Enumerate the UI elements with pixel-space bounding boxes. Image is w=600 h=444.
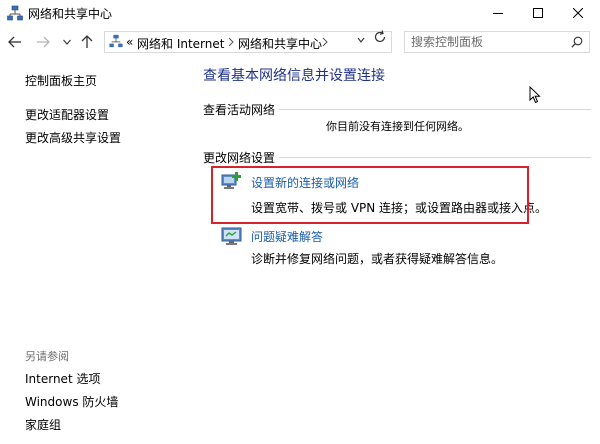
sidebar-item-control-panel-home[interactable]: 控制面板主页 bbox=[25, 72, 97, 89]
network-sharing-center-window: 网络和共享中心 « 网络和 Internet 网络和共享中心 搜索控制面板 控制… bbox=[0, 0, 600, 444]
close-icon bbox=[573, 8, 583, 18]
search-icon[interactable] bbox=[571, 36, 583, 48]
search-box[interactable] bbox=[404, 31, 590, 53]
troubleshoot-problems-link[interactable]: 问题疑难解答 bbox=[251, 228, 323, 245]
back-arrow-icon bbox=[8, 36, 21, 48]
up-button[interactable] bbox=[80, 35, 94, 49]
troubleshoot-icon bbox=[221, 227, 242, 245]
minimize-button[interactable] bbox=[478, 0, 518, 26]
chevron-right-icon[interactable] bbox=[320, 37, 330, 47]
chevron-down-icon bbox=[63, 39, 71, 45]
title-bar: 网络和共享中心 bbox=[0, 0, 600, 26]
search-input[interactable] bbox=[411, 34, 561, 50]
section-divider bbox=[279, 157, 591, 158]
main-content: 查看基本网络信息并设置连接 查看活动网络 你目前没有连接到任何网络。 更改网络设… bbox=[185, 58, 600, 444]
recent-locations-button[interactable] bbox=[60, 35, 74, 49]
see-also-internet-options[interactable]: Internet 选项 bbox=[25, 370, 100, 387]
refresh-icon bbox=[374, 30, 386, 43]
setup-new-connection-link[interactable]: 设置新的连接或网络 bbox=[251, 174, 359, 191]
network-center-icon bbox=[7, 5, 23, 21]
change-settings-heading: 更改网络设置 bbox=[203, 151, 276, 165]
forward-button[interactable] bbox=[36, 35, 50, 49]
sidebar-item-change-adapter-settings[interactable]: 更改适配器设置 bbox=[25, 106, 109, 123]
see-also-heading: 另请参阅 bbox=[25, 350, 69, 363]
breadcrumb-network-internet[interactable]: 网络和 Internet bbox=[137, 35, 224, 52]
address-history-button[interactable] bbox=[354, 31, 368, 43]
chevron-down-icon bbox=[357, 37, 365, 43]
see-also-homegroup[interactable]: 家庭组 bbox=[25, 416, 61, 433]
maximize-icon bbox=[533, 8, 543, 18]
address-overflow[interactable]: « bbox=[126, 35, 133, 49]
sidebar-item-change-advanced-sharing[interactable]: 更改高级共享设置 bbox=[25, 129, 121, 146]
minimize-icon bbox=[493, 13, 503, 14]
see-also-windows-firewall[interactable]: Windows 防火墙 bbox=[25, 393, 118, 410]
network-center-icon bbox=[109, 34, 123, 48]
mouse-cursor-icon bbox=[529, 86, 541, 104]
close-button[interactable] bbox=[558, 0, 598, 26]
navigation-bar: « 网络和 Internet 网络和共享中心 bbox=[0, 26, 600, 58]
window-title: 网络和共享中心 bbox=[28, 7, 113, 21]
back-button[interactable] bbox=[8, 35, 22, 49]
address-bar[interactable]: « 网络和 Internet 网络和共享中心 bbox=[104, 31, 392, 53]
maximize-button[interactable] bbox=[518, 0, 558, 26]
refresh-button[interactable] bbox=[372, 29, 388, 45]
troubleshoot-problems-description: 诊断并修复网络问题，或者获得疑难解答信息。 bbox=[251, 252, 504, 266]
setup-new-connection-description: 设置宽带、拨号或 VPN 连接；或设置路由器或接入点。 bbox=[251, 201, 548, 215]
forward-arrow-icon bbox=[37, 36, 50, 48]
up-arrow-icon bbox=[81, 35, 93, 48]
chevron-right-icon[interactable] bbox=[226, 37, 236, 47]
active-networks-heading: 查看活动网络 bbox=[203, 103, 276, 117]
no-network-message: 你目前没有连接到任何网络。 bbox=[326, 120, 469, 133]
left-navigation-pane: 控制面板主页 更改适配器设置 更改高级共享设置 另请参阅 Internet 选项… bbox=[0, 58, 185, 444]
page-title: 查看基本网络信息并设置连接 bbox=[203, 68, 385, 84]
breadcrumb-network-sharing-center[interactable]: 网络和共享中心 bbox=[238, 35, 322, 52]
section-divider bbox=[279, 109, 591, 110]
new-connection-icon bbox=[221, 172, 241, 189]
